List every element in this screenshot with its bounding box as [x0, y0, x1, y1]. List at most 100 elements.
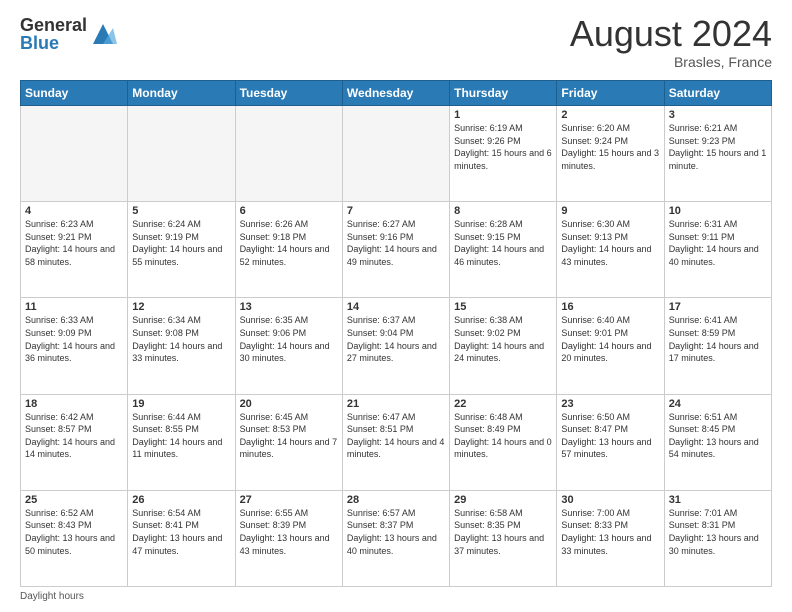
day-number: 30 — [561, 494, 659, 506]
title-block: August 2024 Brasles, France — [570, 16, 772, 70]
day-info: Sunrise: 6:23 AMSunset: 9:21 PMDaylight:… — [25, 218, 123, 268]
day-number: 2 — [561, 109, 659, 121]
day-number: 19 — [132, 398, 230, 410]
day-number: 16 — [561, 301, 659, 313]
table-row: 26Sunrise: 6:54 AMSunset: 8:41 PMDayligh… — [128, 490, 235, 586]
day-number: 27 — [240, 494, 338, 506]
col-monday: Monday — [128, 81, 235, 106]
table-row: 17Sunrise: 6:41 AMSunset: 8:59 PMDayligh… — [664, 298, 771, 394]
day-info: Sunrise: 6:42 AMSunset: 8:57 PMDaylight:… — [25, 411, 123, 461]
table-row: 12Sunrise: 6:34 AMSunset: 9:08 PMDayligh… — [128, 298, 235, 394]
footer-note: Daylight hours — [20, 591, 772, 602]
day-info: Sunrise: 6:37 AMSunset: 9:04 PMDaylight:… — [347, 314, 445, 364]
day-info: Sunrise: 6:35 AMSunset: 9:06 PMDaylight:… — [240, 314, 338, 364]
table-row: 3Sunrise: 6:21 AMSunset: 9:23 PMDaylight… — [664, 106, 771, 202]
table-row: 13Sunrise: 6:35 AMSunset: 9:06 PMDayligh… — [235, 298, 342, 394]
table-row: 2Sunrise: 6:20 AMSunset: 9:24 PMDaylight… — [557, 106, 664, 202]
table-row — [235, 106, 342, 202]
table-row: 31Sunrise: 7:01 AMSunset: 8:31 PMDayligh… — [664, 490, 771, 586]
table-row: 25Sunrise: 6:52 AMSunset: 8:43 PMDayligh… — [21, 490, 128, 586]
day-number: 24 — [669, 398, 767, 410]
table-row: 28Sunrise: 6:57 AMSunset: 8:37 PMDayligh… — [342, 490, 449, 586]
day-number: 15 — [454, 301, 552, 313]
col-sunday: Sunday — [21, 81, 128, 106]
day-info: Sunrise: 6:58 AMSunset: 8:35 PMDaylight:… — [454, 507, 552, 557]
day-info: Sunrise: 6:30 AMSunset: 9:13 PMDaylight:… — [561, 218, 659, 268]
day-number: 23 — [561, 398, 659, 410]
table-row: 18Sunrise: 6:42 AMSunset: 8:57 PMDayligh… — [21, 394, 128, 490]
day-info: Sunrise: 6:19 AMSunset: 9:26 PMDaylight:… — [454, 122, 552, 172]
table-row — [128, 106, 235, 202]
logo-text: General Blue — [20, 16, 87, 52]
table-row: 14Sunrise: 6:37 AMSunset: 9:04 PMDayligh… — [342, 298, 449, 394]
page: General Blue August 2024 Brasles, France… — [0, 0, 792, 612]
day-info: Sunrise: 6:41 AMSunset: 8:59 PMDaylight:… — [669, 314, 767, 364]
day-info: Sunrise: 6:24 AMSunset: 9:19 PMDaylight:… — [132, 218, 230, 268]
table-row: 11Sunrise: 6:33 AMSunset: 9:09 PMDayligh… — [21, 298, 128, 394]
day-number: 1 — [454, 109, 552, 121]
col-wednesday: Wednesday — [342, 81, 449, 106]
calendar-body: 1Sunrise: 6:19 AMSunset: 9:26 PMDaylight… — [21, 106, 772, 587]
day-number: 10 — [669, 205, 767, 217]
logo: General Blue — [20, 16, 117, 52]
calendar-week-row: 18Sunrise: 6:42 AMSunset: 8:57 PMDayligh… — [21, 394, 772, 490]
day-info: Sunrise: 6:48 AMSunset: 8:49 PMDaylight:… — [454, 411, 552, 461]
table-row: 16Sunrise: 6:40 AMSunset: 9:01 PMDayligh… — [557, 298, 664, 394]
calendar-week-row: 25Sunrise: 6:52 AMSunset: 8:43 PMDayligh… — [21, 490, 772, 586]
day-number: 12 — [132, 301, 230, 313]
table-row: 15Sunrise: 6:38 AMSunset: 9:02 PMDayligh… — [450, 298, 557, 394]
day-number: 28 — [347, 494, 445, 506]
day-info: Sunrise: 6:21 AMSunset: 9:23 PMDaylight:… — [669, 122, 767, 172]
day-info: Sunrise: 6:50 AMSunset: 8:47 PMDaylight:… — [561, 411, 659, 461]
table-row: 24Sunrise: 6:51 AMSunset: 8:45 PMDayligh… — [664, 394, 771, 490]
table-row: 21Sunrise: 6:47 AMSunset: 8:51 PMDayligh… — [342, 394, 449, 490]
day-info: Sunrise: 6:45 AMSunset: 8:53 PMDaylight:… — [240, 411, 338, 461]
day-number: 3 — [669, 109, 767, 121]
table-row: 1Sunrise: 6:19 AMSunset: 9:26 PMDaylight… — [450, 106, 557, 202]
month-title: August 2024 — [570, 16, 772, 52]
col-tuesday: Tuesday — [235, 81, 342, 106]
table-row: 5Sunrise: 6:24 AMSunset: 9:19 PMDaylight… — [128, 202, 235, 298]
day-number: 9 — [561, 205, 659, 217]
calendar-week-row: 1Sunrise: 6:19 AMSunset: 9:26 PMDaylight… — [21, 106, 772, 202]
day-number: 21 — [347, 398, 445, 410]
day-info: Sunrise: 6:34 AMSunset: 9:08 PMDaylight:… — [132, 314, 230, 364]
day-info: Sunrise: 6:44 AMSunset: 8:55 PMDaylight:… — [132, 411, 230, 461]
location: Brasles, France — [570, 54, 772, 70]
day-info: Sunrise: 6:26 AMSunset: 9:18 PMDaylight:… — [240, 218, 338, 268]
day-number: 20 — [240, 398, 338, 410]
day-number: 13 — [240, 301, 338, 313]
day-number: 11 — [25, 301, 123, 313]
day-number: 29 — [454, 494, 552, 506]
day-info: Sunrise: 6:20 AMSunset: 9:24 PMDaylight:… — [561, 122, 659, 172]
logo-icon — [89, 20, 117, 48]
table-row: 4Sunrise: 6:23 AMSunset: 9:21 PMDaylight… — [21, 202, 128, 298]
calendar: Sunday Monday Tuesday Wednesday Thursday… — [20, 80, 772, 587]
col-saturday: Saturday — [664, 81, 771, 106]
day-number: 26 — [132, 494, 230, 506]
table-row: 6Sunrise: 6:26 AMSunset: 9:18 PMDaylight… — [235, 202, 342, 298]
table-row — [21, 106, 128, 202]
day-number: 7 — [347, 205, 445, 217]
calendar-week-row: 11Sunrise: 6:33 AMSunset: 9:09 PMDayligh… — [21, 298, 772, 394]
table-row: 29Sunrise: 6:58 AMSunset: 8:35 PMDayligh… — [450, 490, 557, 586]
table-row — [342, 106, 449, 202]
table-row: 9Sunrise: 6:30 AMSunset: 9:13 PMDaylight… — [557, 202, 664, 298]
day-info: Sunrise: 6:47 AMSunset: 8:51 PMDaylight:… — [347, 411, 445, 461]
logo-blue: Blue — [20, 34, 87, 52]
header: General Blue August 2024 Brasles, France — [20, 16, 772, 70]
day-info: Sunrise: 7:00 AMSunset: 8:33 PMDaylight:… — [561, 507, 659, 557]
col-thursday: Thursday — [450, 81, 557, 106]
day-number: 4 — [25, 205, 123, 217]
day-number: 18 — [25, 398, 123, 410]
day-info: Sunrise: 6:51 AMSunset: 8:45 PMDaylight:… — [669, 411, 767, 461]
table-row: 7Sunrise: 6:27 AMSunset: 9:16 PMDaylight… — [342, 202, 449, 298]
day-info: Sunrise: 6:28 AMSunset: 9:15 PMDaylight:… — [454, 218, 552, 268]
day-number: 22 — [454, 398, 552, 410]
day-info: Sunrise: 6:40 AMSunset: 9:01 PMDaylight:… — [561, 314, 659, 364]
table-row: 10Sunrise: 6:31 AMSunset: 9:11 PMDayligh… — [664, 202, 771, 298]
day-number: 5 — [132, 205, 230, 217]
day-info: Sunrise: 6:31 AMSunset: 9:11 PMDaylight:… — [669, 218, 767, 268]
table-row: 8Sunrise: 6:28 AMSunset: 9:15 PMDaylight… — [450, 202, 557, 298]
day-info: Sunrise: 6:54 AMSunset: 8:41 PMDaylight:… — [132, 507, 230, 557]
